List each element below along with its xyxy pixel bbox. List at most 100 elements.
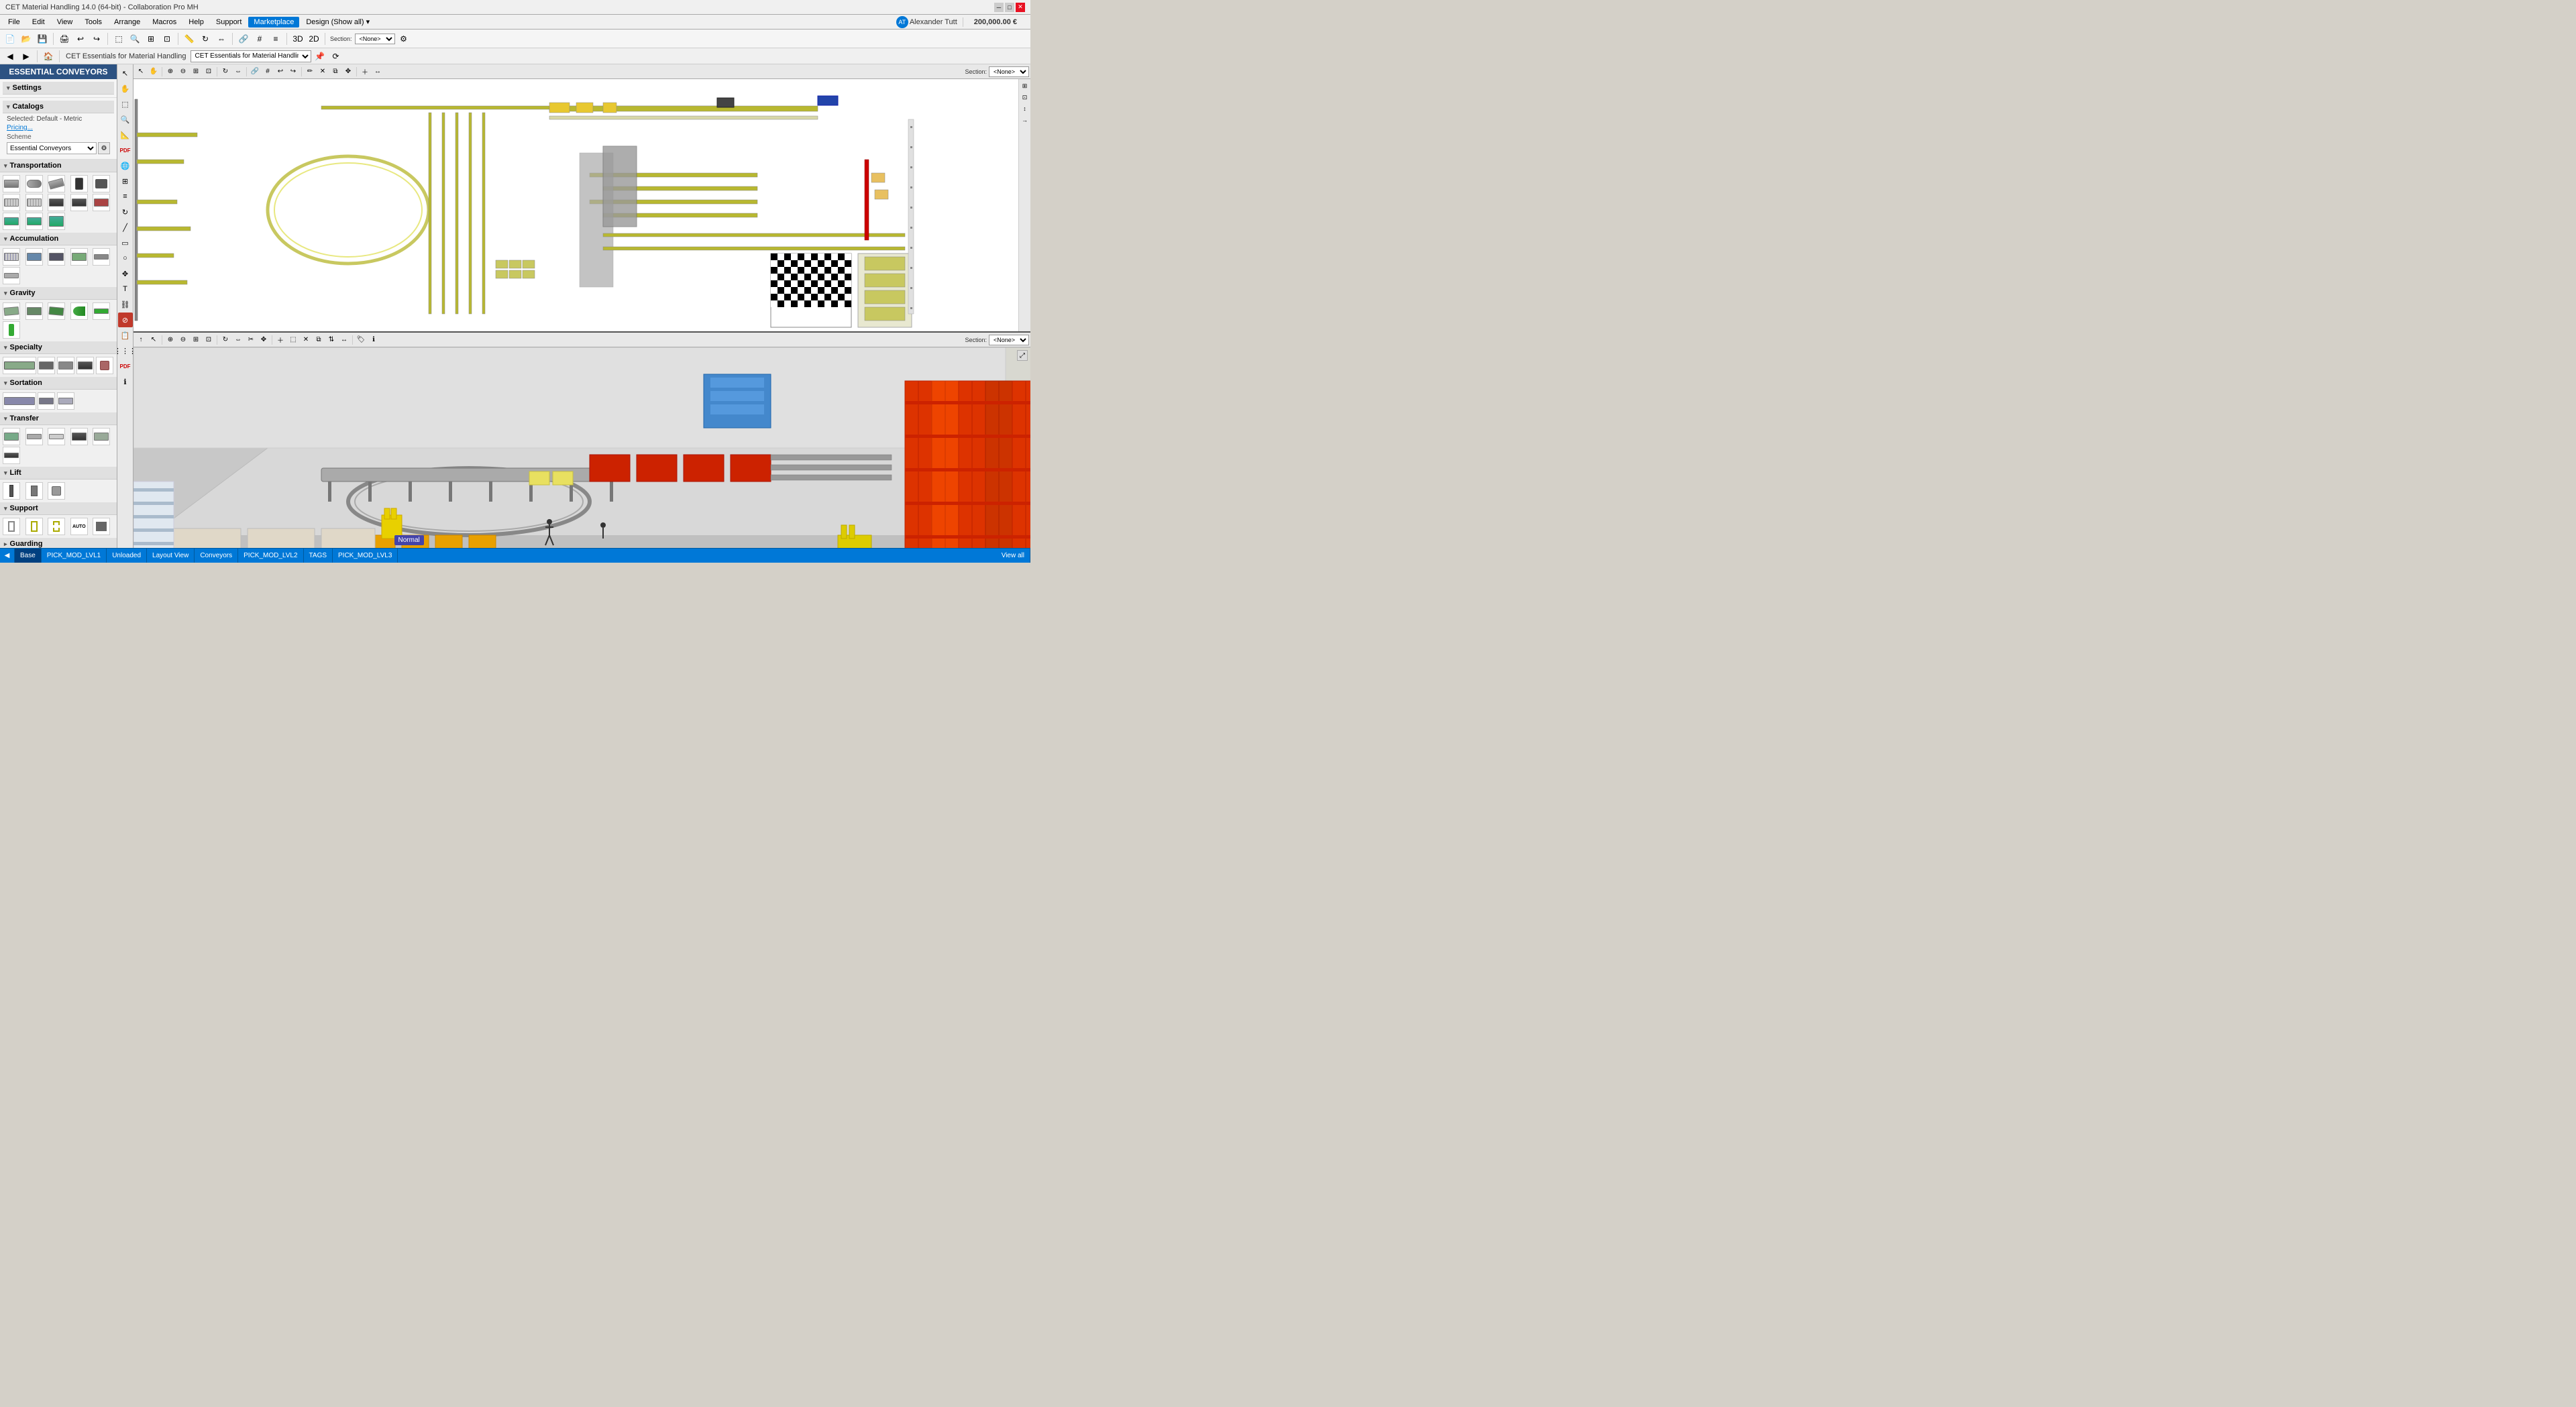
status-view-pick2[interactable]: PICK_MOD_LVL2 xyxy=(238,549,303,563)
sidebar-layers[interactable]: ≡ xyxy=(118,189,133,204)
tb-2d[interactable]: 2D xyxy=(307,32,321,46)
vp3d-delete[interactable]: ✕ xyxy=(300,334,312,346)
spec-item4[interactable] xyxy=(76,357,94,374)
tb2-back[interactable]: ◀ xyxy=(3,49,17,64)
spec-item2[interactable] xyxy=(38,357,55,374)
status-view-base[interactable]: Base xyxy=(15,549,42,563)
tb-new[interactable]: 📄 xyxy=(3,32,17,46)
vp3d-tag[interactable]: 🏷 xyxy=(355,334,367,346)
tb-undo[interactable]: ↩ xyxy=(73,32,88,46)
tb2-home[interactable]: 🏠 xyxy=(41,49,56,64)
status-view-layout[interactable]: Layout View xyxy=(147,549,195,563)
sidebar-stop[interactable]: ⊘ xyxy=(118,313,133,327)
grav-item2[interactable] xyxy=(25,302,43,320)
tb2-pin[interactable]: 📌 xyxy=(313,49,327,64)
sidebar-spin[interactable]: ↻ xyxy=(118,205,133,219)
tb-select[interactable]: ⬚ xyxy=(111,32,126,46)
supp-item1[interactable] xyxy=(3,518,20,535)
canvas-2d[interactable]: ⊞ ⊡ ↕ → xyxy=(133,79,1030,331)
minimize-button[interactable]: ─ xyxy=(994,3,1004,12)
tb-zoomall[interactable]: ⊡ xyxy=(160,32,174,46)
menu-tools[interactable]: Tools xyxy=(79,17,107,27)
sort-item3[interactable] xyxy=(57,392,74,410)
trans-item3[interactable] xyxy=(48,428,65,445)
specialty-toggle[interactable]: ▾ Specialty xyxy=(0,341,117,354)
supp-item3[interactable] xyxy=(48,518,65,535)
vp2d-snap[interactable]: 🔗 xyxy=(249,66,261,78)
tb-grid[interactable]: # xyxy=(252,32,267,46)
vp2d-zoomin[interactable]: ⊕ xyxy=(164,66,176,78)
sidebar-chain[interactable]: ⛓ xyxy=(118,297,133,312)
sidebar-measure[interactable]: 📐 xyxy=(118,127,133,142)
item-belt4[interactable] xyxy=(93,194,110,211)
grav-item6[interactable] xyxy=(3,321,20,339)
vp2d-fit[interactable]: ⊞ xyxy=(190,66,202,78)
sidebar-zoom[interactable]: 🔍 xyxy=(118,112,133,127)
settings-toggle[interactable]: ▾ Settings xyxy=(3,82,114,95)
status-view-tags[interactable]: TAGS xyxy=(304,549,333,563)
vp3d-fit[interactable]: ⊞ xyxy=(190,334,202,346)
scheme-select[interactable]: Essential Conveyors xyxy=(7,142,97,154)
trans-item2[interactable] xyxy=(25,428,43,445)
grav-item5[interactable] xyxy=(93,302,110,320)
sidebar-circle[interactable]: ○ xyxy=(118,251,133,266)
vp3d-zoomout[interactable]: ⊖ xyxy=(177,334,189,346)
vp2d-section-select[interactable]: <None> xyxy=(989,66,1029,77)
vp3d-section-select[interactable]: <None> xyxy=(989,335,1029,345)
tb-3d[interactable]: 3D xyxy=(290,32,305,46)
tb-save[interactable]: 💾 xyxy=(35,32,50,46)
vp2d-fit2[interactable]: ⊡ xyxy=(203,66,215,78)
acc-item6[interactable] xyxy=(3,267,20,284)
vp2d-right-btn1[interactable]: ⊞ xyxy=(1020,80,1030,91)
maximize-button[interactable]: □ xyxy=(1005,3,1014,12)
canvas-3d[interactable]: ⤢ xyxy=(133,347,1030,548)
item-green3[interactable] xyxy=(48,213,65,230)
menu-design[interactable]: Design (Show all) ▾ xyxy=(301,16,375,27)
item-incline[interactable] xyxy=(48,175,65,192)
acc-item4[interactable] xyxy=(70,248,88,266)
section-dropdown[interactable]: <None> xyxy=(355,34,395,44)
accumulation-toggle[interactable]: ▾ Accumulation xyxy=(0,233,117,245)
acc-item1[interactable] xyxy=(3,248,20,266)
sidebar-grid[interactable]: ⊞ xyxy=(118,174,133,188)
menu-support[interactable]: Support xyxy=(211,17,248,27)
trans-item5[interactable] xyxy=(93,428,110,445)
vp3d-align[interactable]: ⇅ xyxy=(325,334,337,346)
vp3d-fit2[interactable]: ⊡ xyxy=(203,334,215,346)
vp2d-add[interactable]: ＋ xyxy=(359,66,371,78)
item-scanner[interactable] xyxy=(70,175,88,192)
sidebar-rect[interactable]: ▭ xyxy=(118,235,133,250)
lift-toggle[interactable]: ▾ Lift xyxy=(0,467,117,480)
vp3d-move[interactable]: ✥ xyxy=(258,334,270,346)
item-green1[interactable] xyxy=(3,213,20,230)
status-view-pick3[interactable]: PICK_MOD_LVL3 xyxy=(333,549,398,563)
tb-snap[interactable]: 🔗 xyxy=(236,32,251,46)
vp2d-draw[interactable]: ✏ xyxy=(304,66,316,78)
vp2d-zoomout[interactable]: ⊖ xyxy=(177,66,189,78)
status-view-unloaded[interactable]: Unloaded xyxy=(107,549,147,563)
catalogs-toggle[interactable]: ▾ Catalogs xyxy=(3,101,114,113)
sort-item1[interactable] xyxy=(3,392,36,410)
vp2d-redo[interactable]: ↪ xyxy=(287,66,299,78)
acc-item5[interactable] xyxy=(93,248,110,266)
vp2d-rotate[interactable]: ↻ xyxy=(219,66,231,78)
tb-redo[interactable]: ↪ xyxy=(89,32,104,46)
tb-settings[interactable]: ⚙ xyxy=(396,32,411,46)
item-green2[interactable] xyxy=(25,213,43,230)
lift-item3[interactable] xyxy=(48,482,65,500)
item-roller2[interactable] xyxy=(25,194,43,211)
item-curve[interactable] xyxy=(25,175,43,192)
menu-edit[interactable]: Edit xyxy=(27,17,50,27)
vp3d-select[interactable]: ⬚ xyxy=(287,334,299,346)
acc-item3[interactable] xyxy=(48,248,65,266)
item-handler[interactable] xyxy=(93,175,110,192)
vp2d-hand[interactable]: ✋ xyxy=(148,66,160,78)
menu-marketplace[interactable]: Marketplace xyxy=(248,17,299,27)
tb-layer[interactable]: ≡ xyxy=(268,32,283,46)
status-view-pick1[interactable]: PICK_MOD_LVL1 xyxy=(42,549,107,563)
sidebar-text[interactable]: T xyxy=(118,282,133,296)
close-button[interactable]: ✕ xyxy=(1016,3,1025,12)
supp-item2[interactable] xyxy=(25,518,43,535)
tb-rotate[interactable]: ↻ xyxy=(198,32,213,46)
tb-fit[interactable]: ⊞ xyxy=(144,32,158,46)
